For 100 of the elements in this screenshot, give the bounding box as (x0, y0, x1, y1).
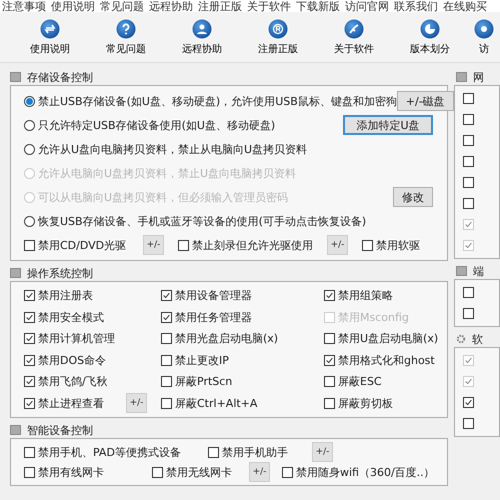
adjust-button[interactable]: +/- (249, 462, 270, 482)
checkbox[interactable] (24, 240, 35, 250)
radio-button[interactable] (24, 120, 35, 130)
section-icon (10, 425, 21, 435)
menu-item[interactable]: 使用说明 (51, 1, 95, 12)
checkbox-label: 禁用安全模式 (38, 310, 104, 325)
checkbox-label: 禁用DOS命令 (38, 352, 106, 368)
adjust-button[interactable]: +/- (327, 235, 348, 255)
menu-item[interactable]: 在线购买 (443, 1, 487, 12)
section-icon (10, 268, 21, 278)
circle-icon (40, 18, 60, 38)
menu-item[interactable]: 注意事项 (2, 1, 46, 12)
checkbox-label: 禁用手机、PAD等便携式设备 (38, 444, 181, 460)
checkbox[interactable] (161, 333, 172, 344)
checkbox-label: 禁用CD/DVD光驱 (38, 238, 126, 252)
checkbox-label: 禁用随身wifi（360/百度..） (296, 464, 435, 480)
toolbar-button[interactable]: 版本划分 (392, 12, 468, 62)
checkbox[interactable] (178, 240, 189, 250)
checkbox[interactable] (161, 376, 172, 388)
option-label: 只允许特定USB存储设备使用(如U盘、移动硬盘) (38, 118, 276, 132)
toolbar-button[interactable]: 关于软件 (316, 12, 392, 62)
checkbox[interactable] (24, 290, 35, 302)
checkbox[interactable] (24, 333, 35, 344)
checkbox[interactable] (324, 398, 335, 409)
toolbar-button[interactable]: 访 (468, 12, 500, 62)
section-title: 存储设备控制 (27, 70, 93, 84)
checkbox-label: 禁用任务管理器 (175, 310, 252, 325)
checkbox[interactable] (324, 376, 335, 388)
checkbox[interactable] (161, 290, 172, 302)
checkbox-label: 屏蔽PrtScn (175, 374, 232, 390)
checkbox[interactable] (161, 354, 172, 366)
checkbox[interactable] (463, 135, 474, 146)
checkbox-label: 屏蔽剪切板 (338, 396, 393, 411)
checkbox-label: 禁用U盘启动电脑(x) (338, 331, 438, 346)
radio-button[interactable] (24, 216, 35, 226)
action-button[interactable]: +/-磁盘 (396, 91, 454, 111)
checkbox[interactable] (24, 354, 35, 366)
checkbox[interactable] (463, 418, 474, 429)
section-title: 网 (473, 70, 484, 84)
menu-item[interactable]: 远程协助 (149, 1, 193, 12)
option-label: 禁止USB存储设备(如U盘、移动硬盘)，允许使用USB鼠标、键盘和加密狗 (38, 94, 397, 108)
action-button[interactable]: 添加特定U盘 (343, 115, 433, 135)
checkbox[interactable] (463, 114, 474, 125)
checkbox[interactable] (208, 446, 219, 458)
toolbar-button[interactable]: 常见问题 (88, 12, 164, 62)
section-title: 智能设备控制 (27, 422, 93, 438)
toolbar-button[interactable]: 使用说明 (12, 12, 88, 62)
checkbox[interactable] (324, 333, 335, 344)
section-title: 端 (473, 264, 484, 278)
checkbox-label: 禁用手机助手 (222, 444, 288, 460)
checkbox[interactable] (463, 156, 474, 167)
menu-item[interactable]: 关于软件 (247, 1, 291, 12)
checkbox-label: 禁用飞鸽/飞秋 (38, 374, 108, 390)
checkbox-label: 禁止进程查看 (38, 396, 104, 411)
checkbox-label: 禁用无线网卡 (166, 464, 232, 480)
menu-item[interactable]: 注册正版 (198, 1, 242, 12)
checkbox[interactable] (463, 287, 474, 298)
checkbox[interactable] (463, 397, 474, 408)
checkbox[interactable] (161, 398, 172, 409)
circle-icon (116, 18, 136, 38)
checkbox[interactable] (161, 312, 172, 323)
menu-item[interactable]: 常见问题 (100, 1, 144, 12)
checkbox[interactable] (24, 398, 35, 409)
toolbar-button[interactable]: 远程协助 (164, 12, 240, 62)
checkbox-label: 屏蔽Ctrl+Alt+A (175, 396, 258, 411)
option-label: 允许从电脑向U盘拷贝资料，禁止U盘向电脑拷贝资料 (38, 166, 296, 180)
menu-item[interactable]: 下载新版 (296, 1, 340, 12)
checkbox[interactable] (463, 93, 474, 104)
checkbox[interactable] (463, 198, 474, 209)
checkbox-label: 禁用软驱 (376, 238, 420, 252)
checkbox[interactable] (24, 446, 35, 458)
checkbox-label: 禁用光盘启动电脑(x) (175, 331, 278, 346)
section-icon (456, 266, 467, 276)
section-title: 操作系统控制 (27, 266, 93, 280)
section-icon (10, 72, 21, 82)
adjust-button[interactable]: +/- (143, 235, 164, 255)
option-label: 恢复USB存储设备、手机或蓝牙等设备的使用(可手动点击恢复设备) (38, 214, 366, 228)
radio-button[interactable] (24, 144, 35, 154)
checkbox-label: 禁用设备管理器 (175, 288, 252, 304)
toolbar-button[interactable]: 注册正版 (240, 12, 316, 62)
radio-button[interactable] (24, 96, 35, 106)
menu-item[interactable]: 访问官网 (345, 1, 389, 12)
checkbox[interactable] (324, 354, 335, 366)
adjust-button[interactable]: +/- (126, 393, 147, 414)
checkbox[interactable] (362, 240, 373, 250)
checkbox-label: 禁用格式化和ghost (338, 352, 435, 368)
adjust-button[interactable]: +/- (312, 442, 333, 462)
menu-item[interactable]: 联系我们 (394, 1, 438, 12)
checkbox[interactable] (24, 312, 35, 323)
checkbox[interactable] (463, 308, 474, 319)
circle-icon (420, 18, 440, 38)
checkbox[interactable] (152, 466, 163, 478)
checkbox[interactable] (282, 466, 293, 478)
checkbox[interactable] (24, 466, 35, 478)
checkbox[interactable] (463, 177, 474, 188)
checkbox[interactable] (324, 290, 335, 302)
checkbox[interactable] (24, 376, 35, 388)
checkbox-label: 禁用注册表 (38, 288, 93, 304)
circle-icon (192, 18, 212, 38)
circle-icon (474, 18, 494, 38)
